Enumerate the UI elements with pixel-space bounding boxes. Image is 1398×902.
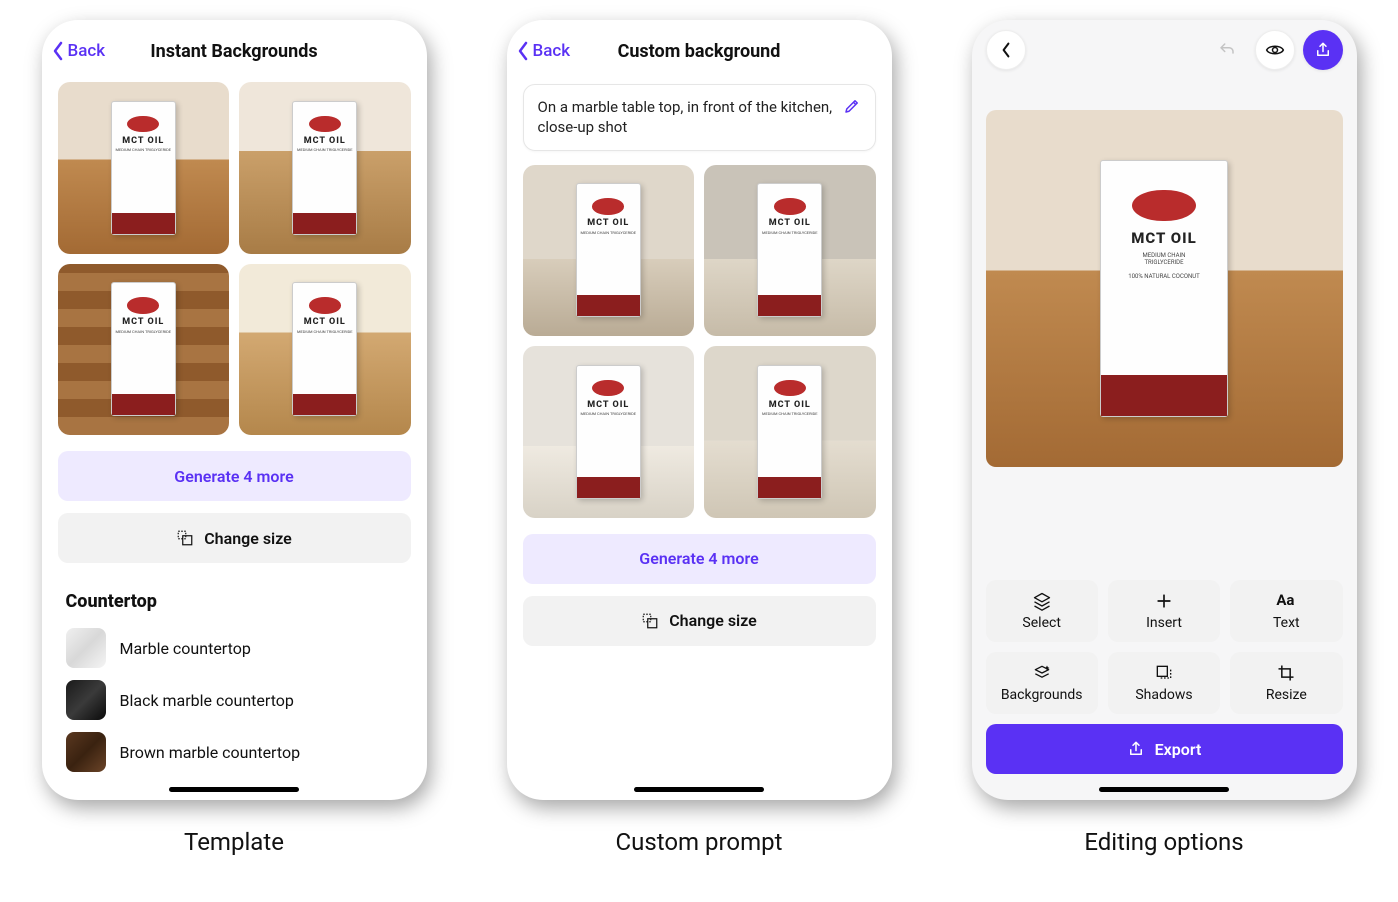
export-label: Export (1155, 740, 1202, 759)
tool-text[interactable]: Aa Text (1230, 580, 1342, 642)
result-thumb[interactable]: MCT OILMEDIUM CHAIN TRIGLYCERIDE (58, 82, 230, 254)
layers-icon (1032, 591, 1052, 611)
list-label: Marble countertop (120, 639, 251, 658)
change-size-button[interactable]: Change size (58, 513, 411, 563)
product-box: MCT OILMEDIUM CHAIN TRIGLYCERIDE (111, 282, 176, 416)
swatch-icon (66, 628, 106, 668)
share-icon (1314, 41, 1332, 59)
result-thumb[interactable]: MCT OILMEDIUM CHAIN TRIGLYCERIDE (58, 264, 230, 436)
section-title: Countertop (42, 569, 427, 622)
tool-select[interactable]: Select (986, 580, 1098, 642)
list-item-black-marble[interactable]: Black marble countertop (42, 674, 427, 726)
eye-icon (1265, 40, 1285, 60)
phone-template: Back Instant Backgrounds MCT OILMEDIUM C… (42, 20, 427, 800)
preview-button[interactable] (1255, 30, 1295, 70)
editor-toolbar (972, 20, 1357, 80)
product-box: MCT OILMEDIUM CHAIN TRIGLYCERIDE (757, 183, 822, 317)
product-box: MCT OILMEDIUM CHAIN TRIGLYCERIDE (292, 101, 357, 235)
plus-icon (1154, 591, 1174, 611)
phone-editor: MCT OIL MEDIUM CHAIN TRIGLYCERIDE 100% N… (972, 20, 1357, 800)
product-box: MCT OILMEDIUM CHAIN TRIGLYCERIDE (576, 183, 641, 317)
product-box: MCT OIL MEDIUM CHAIN TRIGLYCERIDE 100% N… (1100, 160, 1229, 417)
chevron-left-icon (998, 42, 1014, 58)
tool-backgrounds[interactable]: Backgrounds (986, 652, 1098, 714)
list-item-brown-marble[interactable]: Brown marble countertop (42, 726, 427, 778)
change-size-label: Change size (669, 611, 757, 630)
header: Back Custom background (507, 20, 892, 72)
swatch-icon (66, 732, 106, 772)
back-button[interactable]: Back (517, 41, 571, 61)
crop-icon (1276, 663, 1296, 683)
home-indicator (634, 787, 764, 792)
product-box: MCT OILMEDIUM CHAIN TRIGLYCERIDE (757, 365, 822, 499)
tool-resize[interactable]: Resize (1230, 652, 1342, 714)
list-label: Brown marble countertop (120, 743, 301, 762)
back-label: Back (533, 41, 571, 61)
generate-label: Generate 4 more (639, 549, 758, 568)
change-size-label: Change size (204, 529, 292, 548)
generate-label: Generate 4 more (174, 467, 293, 486)
prompt-text: On a marble table top, in front of the k… (538, 97, 833, 138)
caption: Custom prompt (616, 828, 783, 856)
generate-more-button[interactable]: Generate 4 more (523, 534, 876, 584)
export-button[interactable]: Export (986, 724, 1343, 774)
swatch-icon (66, 680, 106, 720)
sparkle-layers-icon (1032, 663, 1052, 683)
header: Back Instant Backgrounds (42, 20, 427, 72)
product-box: MCT OILMEDIUM CHAIN TRIGLYCERIDE (292, 282, 357, 416)
change-size-button[interactable]: Change size (523, 596, 876, 646)
result-thumb[interactable]: MCT OILMEDIUM CHAIN TRIGLYCERIDE (523, 165, 695, 337)
home-indicator (169, 787, 299, 792)
back-label: Back (68, 41, 106, 61)
resize-icon (641, 612, 659, 630)
tool-shadows[interactable]: Shadows (1108, 652, 1220, 714)
result-thumb[interactable]: MCT OILMEDIUM CHAIN TRIGLYCERIDE (239, 264, 411, 436)
result-grid: MCT OILMEDIUM CHAIN TRIGLYCERIDE MCT OIL… (42, 72, 427, 445)
result-thumb[interactable]: MCT OILMEDIUM CHAIN TRIGLYCERIDE (704, 165, 876, 337)
result-thumb[interactable]: MCT OILMEDIUM CHAIN TRIGLYCERIDE (239, 82, 411, 254)
pencil-icon[interactable] (843, 97, 861, 115)
result-thumb[interactable]: MCT OILMEDIUM CHAIN TRIGLYCERIDE (704, 346, 876, 518)
list-item-marble[interactable]: Marble countertop (42, 622, 427, 674)
back-button[interactable]: Back (52, 41, 106, 61)
home-indicator (1099, 787, 1229, 792)
undo-icon (1218, 41, 1236, 59)
result-thumb[interactable]: MCT OILMEDIUM CHAIN TRIGLYCERIDE (523, 346, 695, 518)
chevron-left-icon (517, 41, 529, 61)
product-box: MCT OILMEDIUM CHAIN TRIGLYCERIDE (111, 101, 176, 235)
shadow-icon (1154, 663, 1174, 683)
editor-canvas[interactable]: MCT OIL MEDIUM CHAIN TRIGLYCERIDE 100% N… (986, 110, 1343, 467)
share-button[interactable] (1303, 30, 1343, 70)
undo-button[interactable] (1207, 30, 1247, 70)
generate-more-button[interactable]: Generate 4 more (58, 451, 411, 501)
back-button[interactable] (986, 30, 1026, 70)
tool-insert[interactable]: Insert (1108, 580, 1220, 642)
list-label: Black marble countertop (120, 691, 294, 710)
text-icon: Aa (1276, 591, 1296, 611)
caption: Editing options (1084, 828, 1243, 856)
prompt-input[interactable]: On a marble table top, in front of the k… (523, 84, 876, 151)
result-grid: MCT OILMEDIUM CHAIN TRIGLYCERIDE MCT OIL… (507, 155, 892, 528)
tool-grid: Select Insert Aa Text Backgrounds Shadow… (972, 568, 1357, 722)
phone-custom-prompt: Back Custom background On a marble table… (507, 20, 892, 800)
resize-icon (176, 529, 194, 547)
caption: Template (184, 828, 284, 856)
export-icon (1127, 740, 1145, 758)
chevron-left-icon (52, 41, 64, 61)
product-box: MCT OILMEDIUM CHAIN TRIGLYCERIDE (576, 365, 641, 499)
